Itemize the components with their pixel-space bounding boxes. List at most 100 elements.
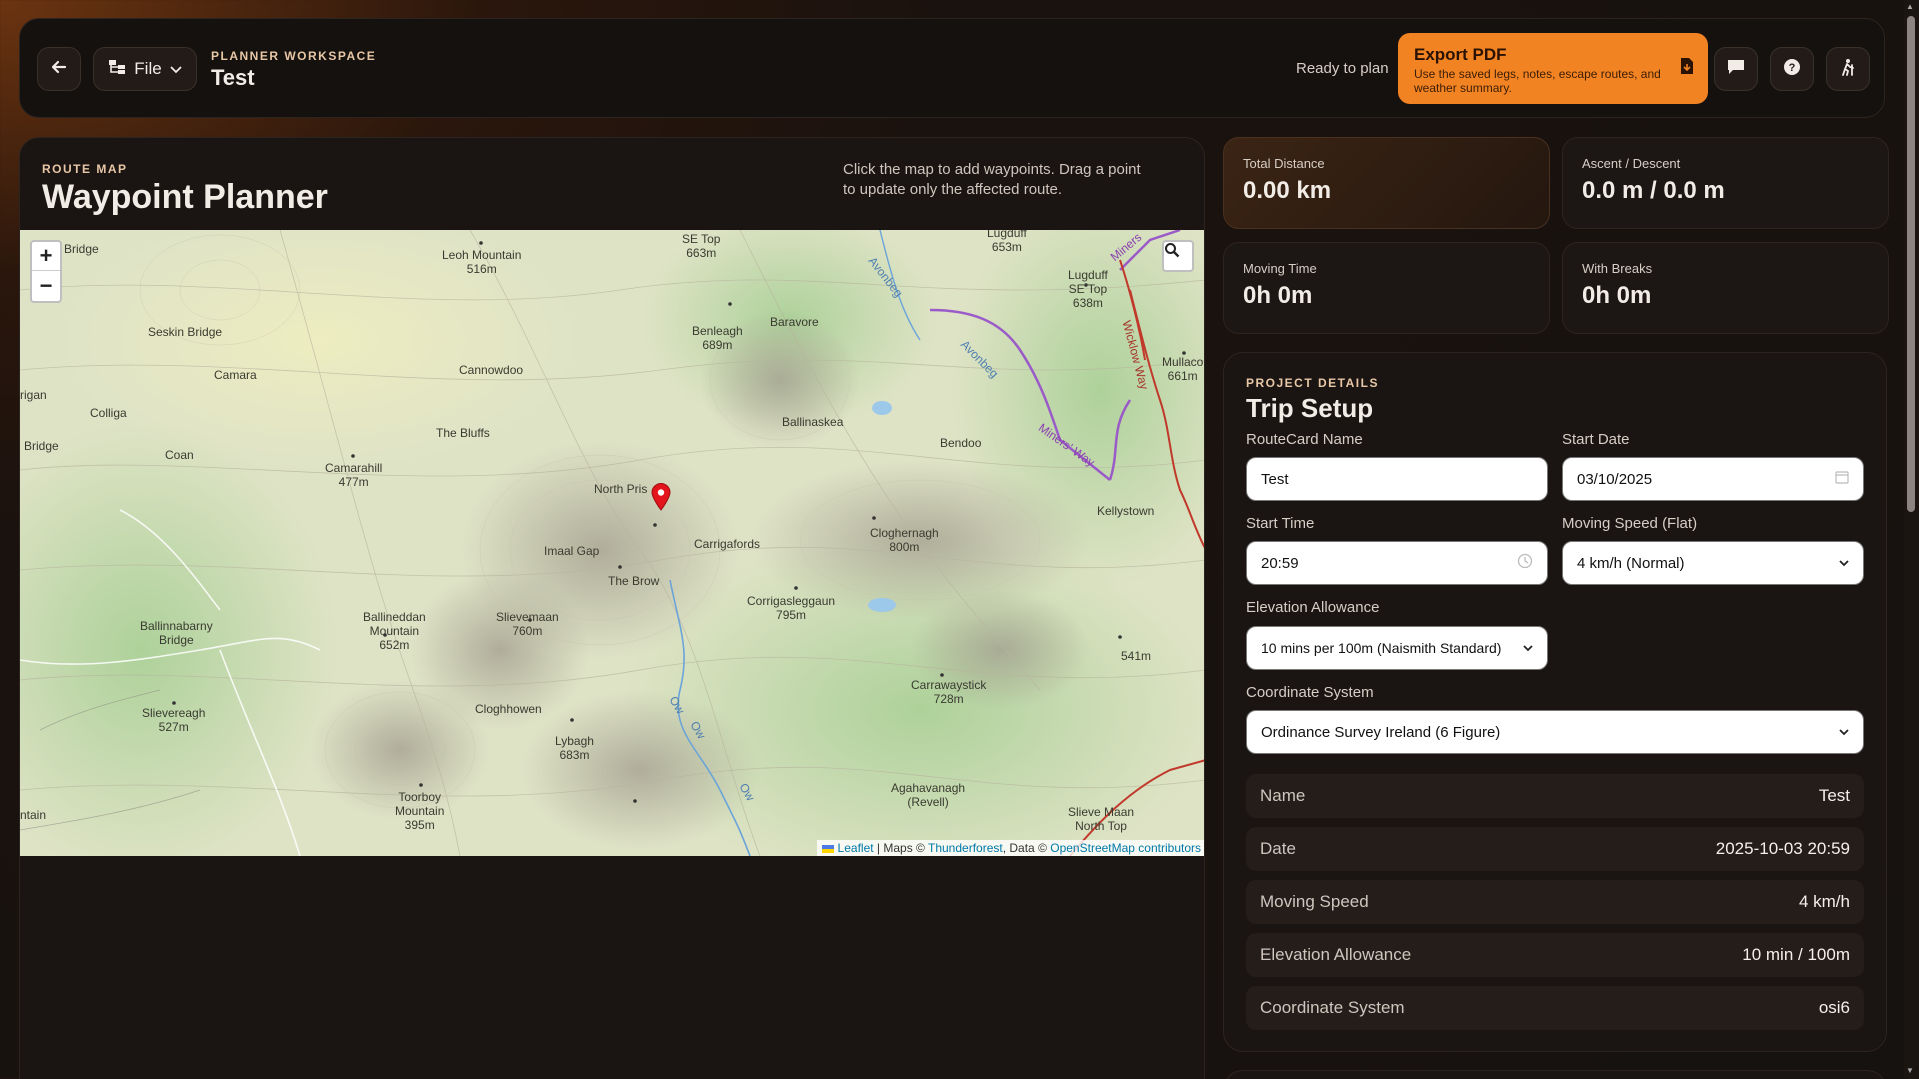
map-label: Cloghernagh 800m bbox=[870, 526, 939, 554]
comments-button[interactable] bbox=[1714, 47, 1758, 91]
start-time-value: 20:59 bbox=[1261, 554, 1299, 572]
map-kicker: ROUTE MAP bbox=[42, 162, 128, 176]
zoom-control: + − bbox=[30, 240, 62, 303]
folder-tree-icon bbox=[108, 59, 126, 80]
coordinate-system-select[interactable]: Ordinance Survey Ireland (6 Figure) bbox=[1246, 710, 1864, 754]
map-label: Camara bbox=[214, 368, 257, 382]
workspace-kicker: PLANNER WORKSPACE bbox=[211, 49, 377, 63]
moving-time-card: Moving Time 0h 0m bbox=[1223, 242, 1550, 334]
routecard-name-input[interactable]: Test bbox=[1246, 457, 1548, 501]
map-label: Slieve Maan North Top bbox=[1068, 805, 1135, 833]
zoom-out-button[interactable]: − bbox=[32, 271, 60, 300]
trip-setup-card: PROJECT DETAILS Trip Setup RouteCard Nam… bbox=[1223, 352, 1887, 1052]
map-label: Baravore bbox=[770, 315, 819, 329]
scrollbar-thumb[interactable] bbox=[1907, 16, 1915, 512]
summary-key: Coordinate System bbox=[1260, 998, 1405, 1017]
map-label: Mullaco 661m bbox=[1162, 355, 1204, 383]
moving-speed-select[interactable]: 4 km/h (Normal) bbox=[1562, 541, 1864, 585]
export-pdf-button[interactable]: Export PDF Use the saved legs, notes, es… bbox=[1398, 33, 1708, 104]
summary-row-elevation: Elevation Allowance 10 min / 100m bbox=[1246, 933, 1864, 977]
map-label: Slievemaan 760m bbox=[496, 610, 559, 638]
export-pdf-subtitle: Use the saved legs, notes, escape routes… bbox=[1414, 67, 1661, 95]
map-label: rigan bbox=[20, 388, 47, 402]
setup-title: Trip Setup bbox=[1246, 393, 1374, 423]
calendar-icon bbox=[1835, 470, 1849, 488]
map-label: Lugduff 653m bbox=[987, 230, 1027, 254]
coordinate-system-value: Ordinance Survey Ireland (6 Figure) bbox=[1261, 723, 1501, 741]
summary-key: Elevation Allowance bbox=[1260, 945, 1412, 964]
map-canvas[interactable]: Bridge Leoh Mountain 516m SE Top 663m Lu… bbox=[20, 230, 1204, 856]
hiker-icon bbox=[1840, 58, 1856, 81]
summary-row-name: Name Test bbox=[1246, 774, 1864, 818]
map-label: North Pris bbox=[594, 482, 648, 496]
file-menu-button[interactable]: File bbox=[93, 47, 197, 91]
map-label: Carrigafords bbox=[694, 537, 761, 551]
osm-link[interactable]: OpenStreetMap contributors bbox=[1050, 841, 1201, 855]
chevron-down-icon bbox=[1523, 641, 1533, 655]
moving-time-label: Moving Time bbox=[1243, 261, 1317, 276]
elevation-allowance-label: Elevation Allowance bbox=[1246, 599, 1380, 616]
map-label: The Bluffs bbox=[436, 426, 490, 440]
ascent-descent-card: Ascent / Descent 0.0 m / 0.0 m bbox=[1562, 137, 1889, 229]
start-date-input[interactable]: 03/10/2025 bbox=[1562, 457, 1864, 501]
map-label: Bridge bbox=[64, 242, 99, 256]
hiker-button[interactable] bbox=[1826, 47, 1870, 91]
attribution-text-1: | Maps © bbox=[873, 841, 928, 855]
chevron-down-icon bbox=[170, 59, 182, 79]
summary-value: 2025-10-03 20:59 bbox=[1715, 839, 1850, 858]
leaflet-link[interactable]: Leaflet bbox=[838, 841, 874, 855]
map-label: SE Top 663m bbox=[682, 232, 721, 260]
total-distance-value: 0.00 km bbox=[1243, 177, 1332, 204]
summary-row-date: Date 2025-10-03 20:59 bbox=[1246, 827, 1864, 871]
scroll-down-icon[interactable]: ▼ bbox=[1906, 1066, 1914, 1075]
map-label: Ballinaskea bbox=[782, 415, 844, 429]
map-title: Waypoint Planner bbox=[42, 178, 328, 216]
start-date-value: 03/10/2025 bbox=[1577, 470, 1653, 488]
leaflet-flag-icon bbox=[822, 844, 835, 853]
attribution-text-2: , Data © bbox=[1002, 841, 1051, 855]
top-bar: File PLANNER WORKSPACE Test Ready to pla… bbox=[19, 18, 1885, 118]
map-label: Cloghhowen bbox=[475, 702, 542, 716]
export-pdf-title: Export PDF bbox=[1414, 45, 1507, 64]
with-breaks-card: With Breaks 0h 0m bbox=[1562, 242, 1889, 334]
summary-value: osi6 bbox=[1818, 998, 1850, 1017]
routecard-name-label: RouteCard Name bbox=[1246, 431, 1363, 448]
clock-icon bbox=[1517, 553, 1533, 573]
with-breaks-value: 0h 0m bbox=[1582, 282, 1652, 309]
map-label: Camarahill 477m bbox=[325, 461, 383, 489]
map-label: Leoh Mountain 516m bbox=[442, 248, 522, 276]
summary-key: Moving Speed bbox=[1260, 892, 1369, 911]
map-label: Imaal Gap bbox=[544, 544, 600, 558]
map-label: 541m bbox=[1121, 649, 1152, 663]
thunderforest-link[interactable]: Thunderforest bbox=[928, 841, 1003, 855]
map-terrain bbox=[20, 230, 1204, 856]
map-label: Colliga bbox=[90, 406, 127, 420]
question-circle-icon: ? bbox=[1783, 58, 1801, 81]
start-time-input[interactable]: 20:59 bbox=[1246, 541, 1548, 585]
map-label: Lugduff SE Top 638m bbox=[1068, 268, 1108, 310]
summary-row-coordinate-system: Coordinate System osi6 bbox=[1246, 986, 1864, 1030]
scroll-up-icon[interactable]: ▲ bbox=[1906, 2, 1914, 11]
map-attribution: Leaflet | Maps © Thunderforest, Data © O… bbox=[817, 840, 1204, 856]
map-search-button[interactable] bbox=[1162, 240, 1194, 272]
route-map-card: ROUTE MAP Waypoint Planner Click the map… bbox=[19, 137, 1205, 1079]
start-date-label: Start Date bbox=[1562, 431, 1630, 448]
map-label: Agahavanagh (Revell) bbox=[891, 781, 966, 809]
summary-key: Name bbox=[1260, 786, 1306, 805]
total-distance-label: Total Distance bbox=[1243, 156, 1325, 171]
help-button[interactable]: ? bbox=[1770, 47, 1814, 91]
map-label: Ballinnabarny Bridge bbox=[140, 619, 213, 647]
elevation-allowance-select[interactable]: 10 mins per 100m (Naismith Standard) bbox=[1246, 626, 1548, 670]
map-hint: Click the map to add waypoints. Drag a p… bbox=[843, 161, 1141, 198]
map-label: The Brow bbox=[608, 574, 660, 588]
file-menu-label: File bbox=[134, 59, 162, 78]
elevation-allowance-value: 10 mins per 100m (Naismith Standard) bbox=[1261, 640, 1502, 656]
map-label: Carrawaystick 728m bbox=[911, 678, 987, 706]
summary-key: Date bbox=[1260, 839, 1296, 858]
next-card bbox=[1223, 1070, 1887, 1079]
workspace-title: Test bbox=[211, 65, 255, 90]
zoom-in-button[interactable]: + bbox=[32, 242, 60, 271]
map-label: Kellystown bbox=[1097, 504, 1155, 518]
moving-time-value: 0h 0m bbox=[1243, 282, 1313, 309]
back-button[interactable] bbox=[37, 47, 81, 91]
